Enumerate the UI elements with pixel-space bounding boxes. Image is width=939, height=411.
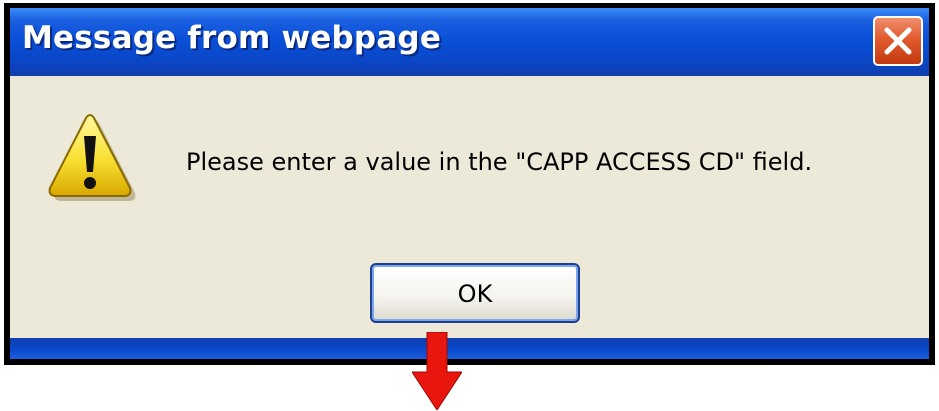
down-arrow-icon [412, 332, 462, 410]
dialog-bottom-border [10, 338, 929, 359]
close-icon [884, 27, 912, 55]
close-button[interactable] [873, 16, 923, 66]
message-text: Please enter a value in the "CAPP ACCESS… [186, 148, 813, 176]
dialog-title: Message from webpage [22, 20, 442, 56]
title-bar[interactable]: Message from webpage [10, 8, 929, 76]
ok-button[interactable]: OK [370, 263, 580, 323]
warning-icon [48, 114, 136, 201]
dialog-frame: Message from webpage Please enter a valu… [4, 3, 935, 365]
message-dialog: Message from webpage Please enter a valu… [10, 8, 929, 359]
dialog-body: Please enter a value in the "CAPP ACCESS… [10, 76, 929, 338]
ok-button-label: OK [457, 280, 493, 308]
